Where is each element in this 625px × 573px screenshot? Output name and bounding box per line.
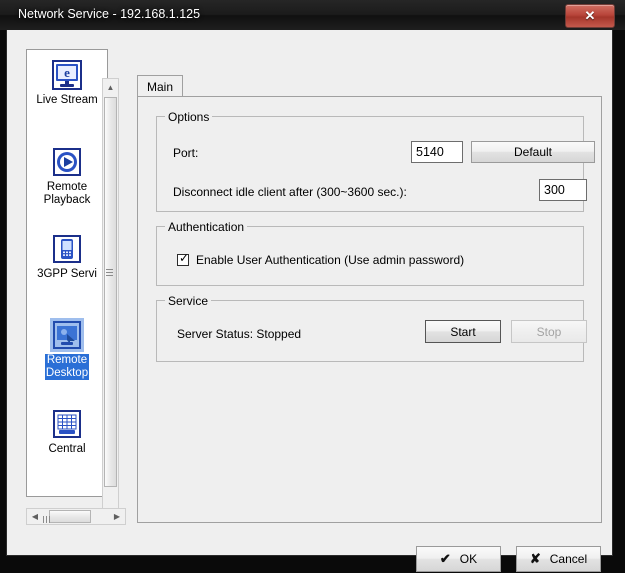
enable-user-authentication-checkbox[interactable]: ✓ Enable User Authentication (Use admin …: [177, 251, 465, 267]
options-group-title: Options: [165, 110, 213, 124]
server-status-label: Server Status: Stopped: [177, 327, 302, 341]
building-grid-icon: [53, 410, 81, 438]
checkbox-label: Enable User Authentication (Use admin pa…: [196, 253, 465, 267]
sidebar-item-3gpp-service[interactable]: 3GPP Servi: [27, 232, 107, 281]
cancel-button-label: Cancel: [549, 552, 588, 566]
idle-timeout-label: Disconnect idle client after (300~3600 s…: [173, 185, 407, 199]
vertical-scrollbar-thumb[interactable]: [104, 97, 117, 487]
cross-icon: ✘: [529, 551, 541, 566]
options-group: Options Port: 5140 Default Disconnect id…: [156, 110, 595, 212]
remote-desktop-icon: [53, 321, 81, 349]
sidebar-item-central[interactable]: Central: [27, 407, 107, 456]
close-button[interactable]: ✕: [565, 4, 615, 28]
checkbox-box: ✓: [177, 251, 190, 266]
scroll-up-arrow-icon[interactable]: ▲: [103, 79, 118, 95]
mobile-phone-icon: [53, 235, 81, 263]
authentication-group-title: Authentication: [165, 220, 248, 234]
cancel-button[interactable]: ✘ Cancel: [516, 546, 601, 572]
sidebar-item-label: Live Stream: [36, 94, 98, 106]
scrollbar-grip-icon: [106, 269, 113, 276]
scroll-right-arrow-icon[interactable]: ▶: [109, 509, 125, 524]
idle-timeout-input[interactable]: 300: [539, 179, 587, 201]
dialog-body: e Live Stream Remote Playback 3GPP Servi…: [7, 30, 612, 572]
play-circle-icon: [53, 148, 81, 176]
close-icon: ✕: [584, 8, 596, 23]
scroll-left-arrow-icon[interactable]: ◀: [27, 509, 43, 524]
sidebar-item-label: Remote Playback: [43, 181, 91, 206]
check-icon: ✔: [439, 551, 451, 566]
sidebar-item-remote-playback[interactable]: Remote Playback: [27, 145, 107, 207]
tab-panel-main: Options Port: 5140 Default Disconnect id…: [137, 96, 602, 523]
ok-button[interactable]: ✔ OK: [416, 546, 501, 572]
ok-button-label: OK: [459, 552, 478, 566]
service-group-title: Service: [165, 294, 212, 308]
dialog-window: Network Service - 192.168.1.125 ✕ e Live…: [0, 0, 625, 573]
default-button[interactable]: Default: [471, 141, 595, 163]
stop-button: Stop: [511, 320, 587, 343]
service-list[interactable]: e Live Stream Remote Playback 3GPP Servi…: [26, 49, 108, 497]
sidebar-item-label: Central: [48, 443, 86, 455]
port-input[interactable]: 5140: [411, 141, 463, 163]
tab-main[interactable]: Main: [137, 75, 184, 97]
checkmark-icon: ✓: [179, 251, 190, 265]
horizontal-scrollbar-thumb[interactable]: [49, 510, 91, 523]
authentication-group: Authentication ✓ Enable User Authenticat…: [156, 220, 584, 286]
tab-strip: Main: [137, 75, 602, 97]
title-bar[interactable]: Network Service - 192.168.1.125 ✕: [0, 0, 625, 30]
sidebar-item-label: Remote Desktop: [44, 354, 90, 380]
sidebar-item-label: 3GPP Servi: [37, 268, 97, 280]
sidebar-item-live-stream[interactable]: e Live Stream: [27, 58, 107, 107]
start-button[interactable]: Start: [425, 320, 501, 343]
window-title: Network Service - 192.168.1.125: [18, 7, 201, 21]
port-label: Port:: [173, 146, 199, 160]
scrollbar-grip-icon: [43, 512, 52, 523]
sidebar-horizontal-scrollbar[interactable]: ◀ ▶: [26, 508, 126, 525]
sidebar-vertical-scrollbar[interactable]: ▲ ▼: [102, 78, 119, 522]
svg-text:e: e: [64, 65, 70, 80]
monitor-icon: e: [52, 60, 82, 90]
service-group: Service Server Status: Stopped Start Sto…: [156, 294, 587, 362]
sidebar-item-remote-desktop[interactable]: Remote Desktop: [27, 318, 107, 380]
